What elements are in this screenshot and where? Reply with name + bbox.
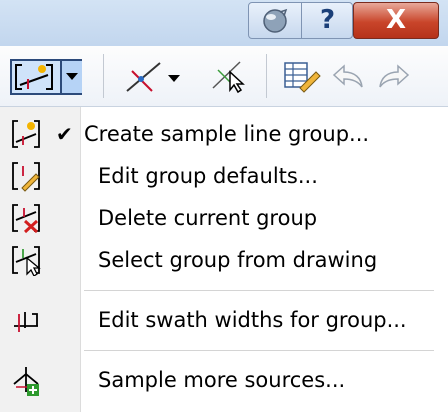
redo-icon[interactable] [376, 60, 412, 92]
toolbar-divider [266, 54, 267, 98]
help-button[interactable]: ? [302, 2, 353, 39]
sample-lines-icon [15, 64, 53, 90]
toolbar [0, 46, 448, 107]
sample-sources-icon [13, 367, 39, 396]
toolbar-divider [103, 54, 104, 98]
edit-group-defaults-icon [12, 162, 40, 192]
menu-item-edit-swath-widths[interactable]: Edit swath widths for group... [0, 301, 448, 339]
select-alignment-icon[interactable] [210, 58, 248, 94]
menu-item-label: Delete current group [98, 206, 318, 230]
menu-item-delete-current-group[interactable]: Delete current group [0, 199, 448, 237]
menu-item-edit-group-defaults[interactable]: Edit group defaults... [0, 157, 448, 195]
sample-lines-dropdown[interactable] [60, 61, 82, 93]
close-icon: X [385, 5, 407, 35]
title-bar: ? X [0, 0, 448, 46]
menu-separator [84, 350, 434, 351]
alignment-icon[interactable] [124, 58, 164, 94]
menu-separator [84, 290, 434, 291]
alignment-dropdown-icon[interactable] [168, 75, 180, 82]
sample-lines-menu: ✔ Create sample line group... Edit group… [0, 107, 448, 412]
properties-icon[interactable] [282, 58, 322, 94]
sample-lines-button[interactable] [12, 61, 58, 93]
delete-group-icon [12, 204, 40, 234]
menu-item-label: Sample more sources... [98, 368, 346, 392]
swath-widths-icon [14, 312, 38, 332]
sample-line-tools-split-button[interactable] [10, 59, 82, 95]
create-group-icon [12, 120, 40, 148]
menu-item-label: Select group from drawing [98, 248, 378, 272]
menu-item-create-sample-line-group[interactable]: ✔ Create sample line group... [0, 115, 448, 153]
close-button[interactable]: X [353, 2, 439, 39]
menu-item-select-group-from-drawing[interactable]: Select group from drawing [0, 241, 448, 279]
menu-item-label: Edit swath widths for group... [98, 308, 407, 332]
menu-item-label: Edit group defaults... [98, 164, 318, 188]
checkmark-icon: ✔ [56, 122, 73, 146]
menu-item-label: Create sample line group... [84, 122, 370, 146]
select-group-icon [12, 246, 41, 276]
menu-item-sample-more-sources[interactable]: Sample more sources... [0, 361, 448, 399]
chevron-down-icon [66, 73, 78, 80]
undo-icon[interactable] [330, 60, 366, 92]
communication-center-icon[interactable] [259, 6, 291, 36]
